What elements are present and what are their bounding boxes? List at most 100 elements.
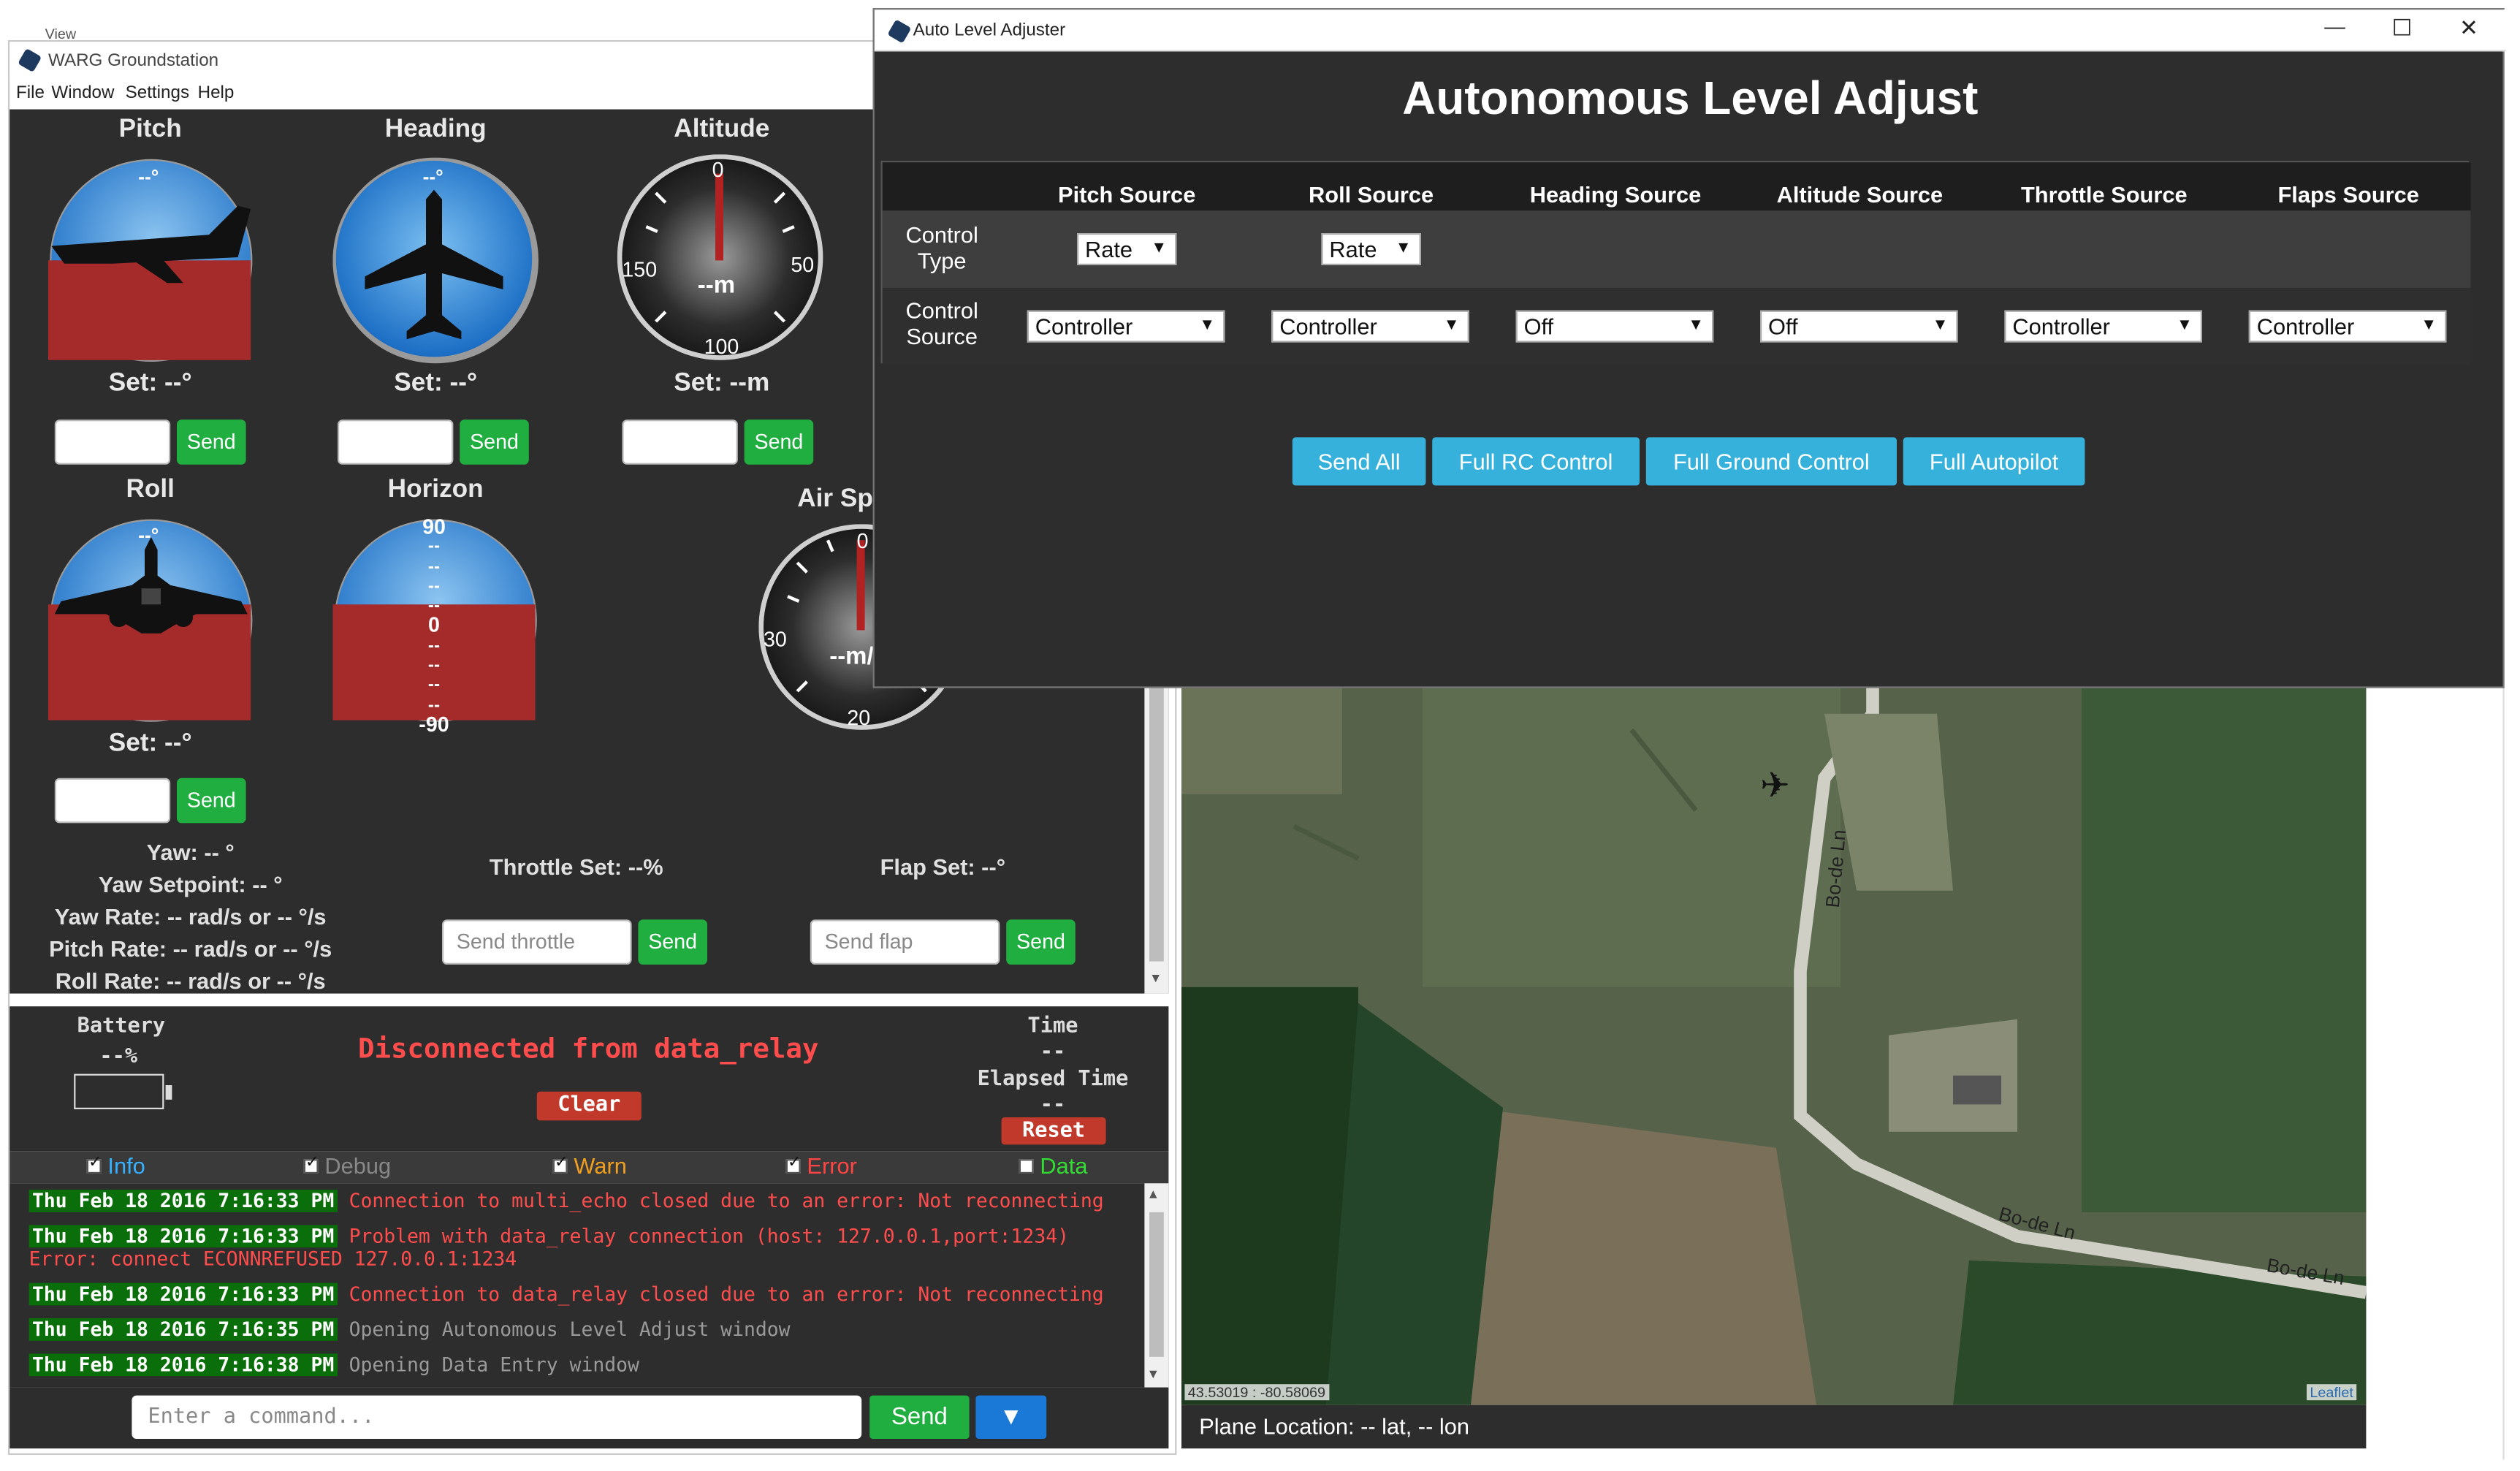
scrollbar-thumb[interactable] <box>1149 1212 1164 1357</box>
roll-set-label: Set: --° <box>108 729 192 758</box>
roll-send-button[interactable]: Send <box>177 778 246 824</box>
full-rc-control-button[interactable]: Full RC Control <box>1432 437 1640 486</box>
menu-window[interactable]: Window <box>51 83 114 102</box>
desktop: View WARG Groundstation File Window Sett… <box>0 0 2520 1471</box>
airspeed-tick-20: 20 <box>847 705 871 730</box>
reset-button[interactable]: Reset <box>1001 1117 1106 1145</box>
horizon-scale-0: 0 <box>428 613 440 638</box>
log-area: Thu Feb 18 2016 7:16:33 PM Connection to… <box>9 1183 1169 1388</box>
time-label: Time <box>1027 1014 1078 1039</box>
altitude-send-button[interactable]: Send <box>744 419 814 465</box>
battery-label: Battery <box>77 1014 166 1039</box>
altitude-source-select[interactable]: Off ▼ <box>1760 310 1958 343</box>
command-send-button[interactable]: Send <box>869 1395 970 1439</box>
pitch-gauge <box>48 159 253 362</box>
scroll-down-icon[interactable]: ▼ <box>1149 1367 1157 1381</box>
select-value: Off <box>1768 313 1798 340</box>
menu-file[interactable]: File <box>16 83 45 102</box>
app-logo-icon <box>887 19 912 44</box>
select-value: Off <box>1523 313 1554 340</box>
heading-input[interactable] <box>338 419 454 465</box>
altitude-tick-100: 100 <box>704 334 739 359</box>
select-value: Rate <box>1085 236 1133 262</box>
pitch-send-button[interactable]: Send <box>177 419 246 465</box>
leaflet-attribution-link[interactable]: Leaflet <box>2307 1384 2357 1401</box>
battery-icon <box>74 1073 172 1109</box>
pitch-reading: --° <box>138 165 159 189</box>
scroll-up-icon[interactable]: ▲ <box>1149 1187 1157 1201</box>
pitch-source-select[interactable]: Controller ▼ <box>1027 310 1225 343</box>
flap-input[interactable]: Send flap <box>810 919 1000 965</box>
log-scrollbar[interactable]: ▲ ▼ <box>1144 1183 1169 1388</box>
altitude-center-value: --m <box>697 271 736 300</box>
checkbox-icon[interactable] <box>552 1155 568 1174</box>
pitch-set-label: Set: --° <box>108 370 192 398</box>
select-value: Controller <box>2256 313 2355 340</box>
plane-marker-icon[interactable]: ✈ <box>1760 765 1790 807</box>
col-throttle-source: Throttle Source <box>2020 181 2188 208</box>
pitch-input[interactable] <box>54 419 171 465</box>
flaps-source-select[interactable]: Controller ▼ <box>2248 310 2447 343</box>
checkbox-icon[interactable] <box>86 1155 102 1174</box>
plane-location-text: Plane Location: -- lat, -- lon <box>1199 1413 1470 1439</box>
yaw-rate: Yaw Rate: -- rad/s or -- °/s <box>54 903 327 930</box>
send-all-button[interactable]: Send All <box>1292 437 1426 486</box>
full-ground-control-button[interactable]: Full Ground Control <box>1645 437 1897 486</box>
command-input[interactable]: Enter a command... <box>132 1395 862 1439</box>
horizon-scale: 90 -- -- -- -- 0 -- -- -- -- -90 <box>411 516 457 735</box>
heading-send-button[interactable]: Send <box>460 419 529 465</box>
horizon-mark: -- <box>427 577 441 596</box>
roll-rate: Roll Rate: -- rad/s or -- °/s <box>55 968 326 994</box>
full-autopilot-button[interactable]: Full Autopilot <box>1903 437 2085 486</box>
altitude-tick-0: 0 <box>712 157 724 182</box>
roll-control-type-select[interactable]: Rate ▼ <box>1321 233 1421 265</box>
dropdown-arrow-icon: ▼ <box>1688 316 1704 335</box>
command-dropdown-icon[interactable]: ▼ <box>975 1395 1047 1439</box>
status-panel: Battery --% Disconnected from data_relay… <box>9 1006 1169 1152</box>
altitude-input[interactable] <box>622 419 738 465</box>
close-icon[interactable]: ✕ <box>2459 15 2478 42</box>
airspeed-tick-30: 30 <box>764 627 787 651</box>
filter-debug[interactable]: Debug <box>303 1152 391 1179</box>
checkbox-icon[interactable] <box>1019 1159 1034 1174</box>
log-message: Opening Data Entry window <box>349 1353 639 1377</box>
pitch-control-type-select[interactable]: Rate ▼ <box>1077 233 1177 265</box>
airspeed-tick-0: 0 <box>856 528 869 553</box>
elapsed-time-label: Elapsed Time <box>977 1067 1129 1092</box>
log-entry: Thu Feb 18 2016 7:16:33 PM Connection to… <box>28 1190 1104 1212</box>
clear-button[interactable]: Clear <box>536 1091 642 1121</box>
throttle-source-select[interactable]: Controller ▼ <box>2004 310 2202 343</box>
filter-info[interactable]: Info <box>86 1152 145 1179</box>
log-message: Problem with data_relay connection (host… <box>349 1225 1070 1248</box>
roll-source-select[interactable]: Controller ▼ <box>1271 310 1469 343</box>
throttle-send-button[interactable]: Send <box>638 919 707 965</box>
maximize-icon[interactable]: ☐ <box>2392 15 2413 42</box>
map-panel[interactable]: ✈ Bo-de Ln Bo-de Ln Bo-de Ln 43.53019 : … <box>1181 681 2367 1405</box>
roll-input[interactable] <box>54 778 171 824</box>
filter-data-label: Data <box>1040 1152 1088 1179</box>
checkbox-icon[interactable] <box>785 1155 801 1174</box>
col-flaps-source: Flaps Source <box>2277 181 2419 208</box>
filter-data[interactable]: Data <box>1019 1152 1088 1179</box>
row-control-source-label: Control Source <box>905 297 978 349</box>
flap-send-button[interactable]: Send <box>1006 919 1076 965</box>
checkbox-icon[interactable] <box>303 1155 319 1174</box>
scroll-down-icon[interactable]: ▼ <box>1149 971 1162 986</box>
filter-warn[interactable]: Warn <box>552 1152 627 1179</box>
heading-title: Heading <box>384 115 487 143</box>
airspeed-center-value: --m/ <box>829 643 874 671</box>
filter-error[interactable]: Error <box>785 1152 857 1179</box>
throttle-input[interactable]: Send throttle <box>442 919 632 965</box>
menu-settings[interactable]: Settings <box>126 83 189 102</box>
heading-source-select[interactable]: Off ▼ <box>1515 310 1714 343</box>
log-message: Connection to multi_echo closed due to a… <box>349 1190 1104 1212</box>
log-message: Connection to data_relay closed due to a… <box>349 1282 1104 1306</box>
scrollbar-thumb[interactable] <box>1149 688 1164 962</box>
minimize-icon[interactable]: — <box>2324 15 2345 39</box>
log-message: Opening Autonomous Level Adjust window <box>349 1318 791 1341</box>
map-location-bar: Plane Location: -- lat, -- lon <box>1181 1405 2367 1449</box>
app-logo-icon <box>18 47 42 73</box>
altitude-tick-150: 150 <box>622 257 658 281</box>
menu-help[interactable]: Help <box>198 83 235 102</box>
log-timestamp: Thu Feb 18 2016 7:16:38 PM <box>28 1353 338 1377</box>
